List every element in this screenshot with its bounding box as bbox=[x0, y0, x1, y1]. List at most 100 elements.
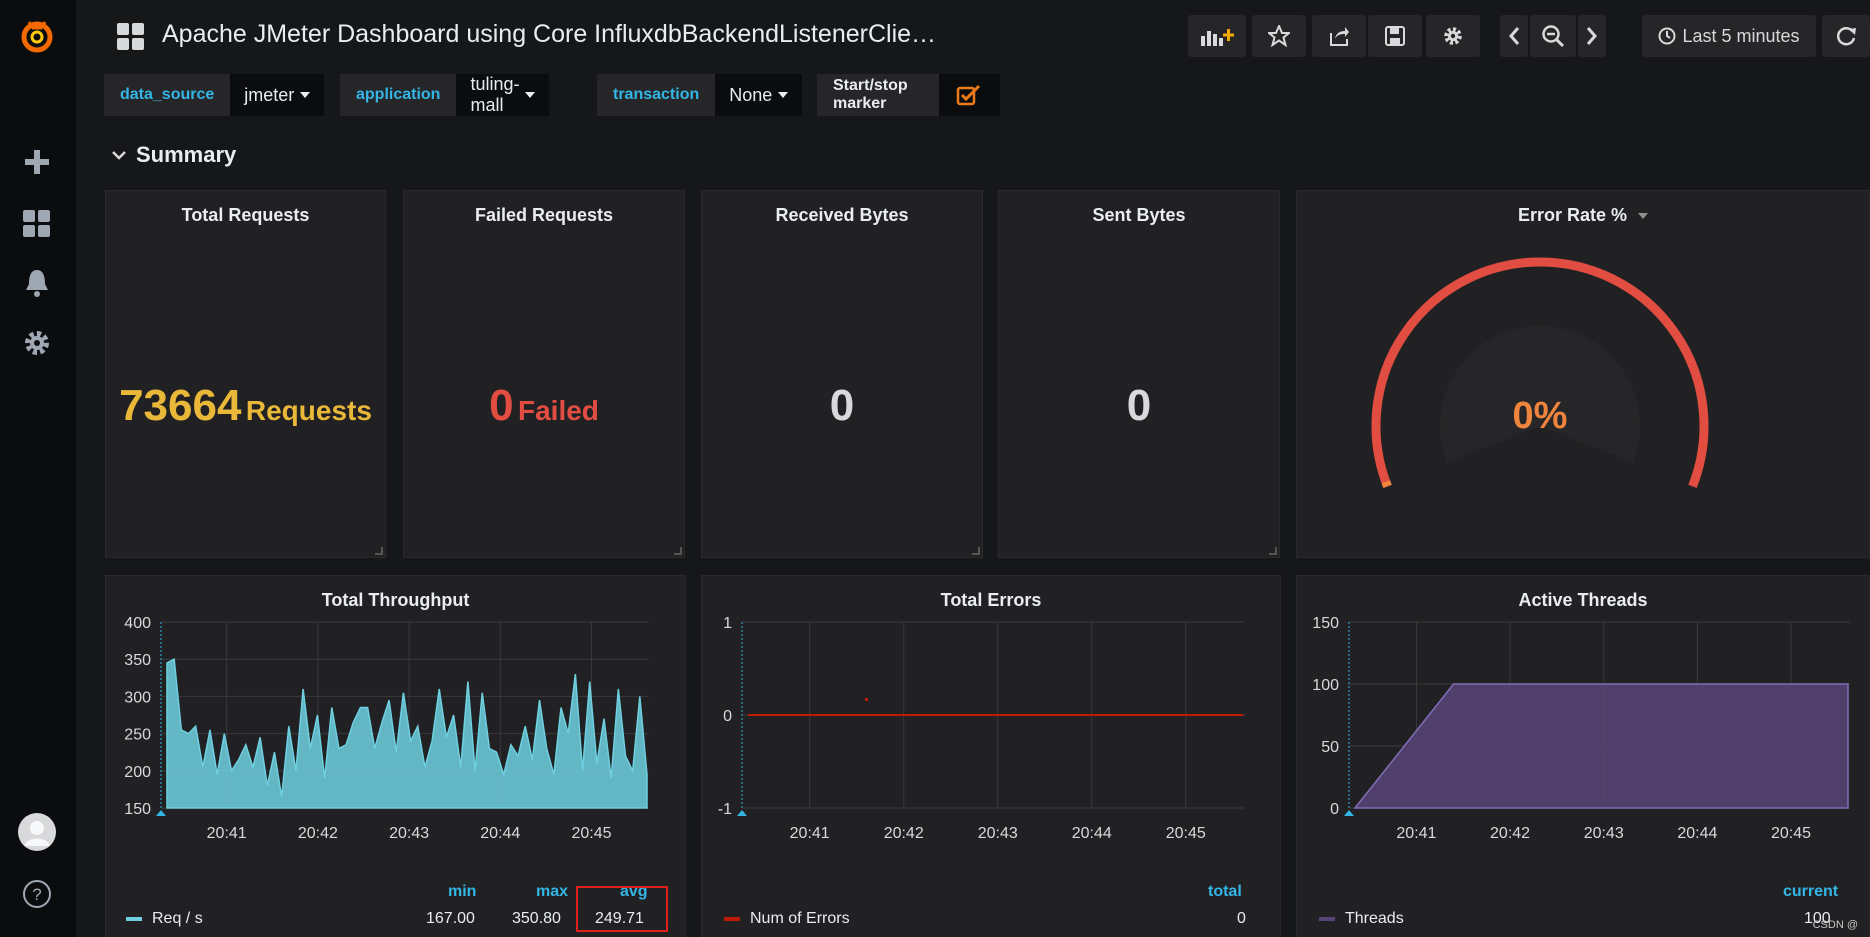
y-tick-label: -1 bbox=[718, 801, 732, 818]
variable-label: data_source bbox=[104, 74, 231, 116]
variable-dropdown[interactable]: tuling-mall bbox=[456, 74, 550, 116]
share-icon bbox=[1330, 27, 1349, 46]
variable-dropdown[interactable]: None bbox=[715, 74, 803, 116]
variable-label: Start/stop marker bbox=[817, 74, 940, 116]
panel-failed-requests[interactable]: Failed Requests 0 Failed bbox=[403, 190, 685, 558]
y-tick-label: 100 bbox=[1312, 677, 1339, 694]
legend-series-num-errors[interactable]: Num of Errors bbox=[724, 910, 850, 928]
y-tick-label: 200 bbox=[124, 764, 151, 781]
panel-sent-bytes[interactable]: Sent Bytes 0 bbox=[998, 190, 1280, 558]
panel-title: Total Requests bbox=[181, 205, 310, 225]
legend-value-min: 167.00 bbox=[426, 910, 475, 927]
resize-handle[interactable] bbox=[375, 547, 383, 555]
variable-data-source[interactable]: data_source jmeter bbox=[104, 74, 325, 116]
legend-header-current[interactable]: current bbox=[1783, 883, 1838, 901]
resize-handle[interactable] bbox=[674, 547, 682, 555]
legend-header-max[interactable]: max bbox=[536, 883, 568, 901]
watermark: CSDN @ bbox=[1812, 919, 1858, 931]
stat-value: 73664 Requests bbox=[119, 381, 372, 430]
y-tick-label: 0 bbox=[723, 708, 732, 725]
start-marker-icon bbox=[156, 810, 166, 816]
caret-down-icon bbox=[778, 92, 789, 98]
star-icon bbox=[1268, 25, 1290, 47]
x-tick-label: 20:43 bbox=[978, 825, 1018, 842]
errors-chart[interactable]: 1 0 -1 20:41 20:42 20:43 20:44 20:45 bbox=[702, 606, 1282, 906]
chevron-right-icon bbox=[1586, 27, 1597, 45]
resize-handle[interactable] bbox=[972, 547, 980, 555]
x-tick-label: 20:42 bbox=[884, 825, 924, 842]
time-back-button[interactable] bbox=[1500, 15, 1528, 57]
refresh-button[interactable] bbox=[1822, 15, 1870, 57]
add-panel-icon bbox=[1201, 29, 1234, 46]
error-rate-gauge: 0% bbox=[1371, 257, 1709, 489]
legend-series-threads[interactable]: Threads bbox=[1319, 910, 1404, 928]
gauge-value: 0% bbox=[1513, 395, 1568, 437]
resize-handle[interactable] bbox=[1269, 547, 1277, 555]
time-forward-button[interactable] bbox=[1578, 15, 1606, 57]
save-button[interactable] bbox=[1368, 15, 1422, 57]
y-tick-label: 300 bbox=[124, 689, 151, 706]
alerting-bell-icon[interactable] bbox=[14, 263, 60, 303]
gauge-value-arc bbox=[1381, 480, 1392, 489]
panel-total-throughput[interactable]: Total Throughput 400 350 300 250 200 150 20:41… bbox=[105, 575, 686, 937]
threads-chart[interactable]: 150 100 50 0 20:41 20:42 20:43 20:44 20:45 bbox=[1297, 606, 1870, 906]
help-icon[interactable]: ? bbox=[14, 874, 60, 914]
variable-transaction[interactable]: transaction None bbox=[597, 74, 803, 116]
zoom-out-button[interactable] bbox=[1530, 15, 1576, 57]
panel-total-errors[interactable]: Total Errors 1 0 -1 20:41 20:42 20:43 20:44 20:… bbox=[701, 575, 1281, 937]
x-tick-label: 20:43 bbox=[389, 825, 429, 842]
dashboard-navbar: Apache JMeter Dashboard using Core Influ… bbox=[76, 0, 1870, 72]
dashboards-icon[interactable] bbox=[14, 204, 60, 244]
x-tick-label: 20:42 bbox=[298, 825, 338, 842]
variable-dropdown[interactable]: jmeter bbox=[230, 74, 325, 116]
stat-value: 0 bbox=[1126, 381, 1152, 430]
x-tick-label: 20:44 bbox=[480, 825, 520, 842]
x-tick-label: 20:45 bbox=[572, 825, 612, 842]
series-area bbox=[1353, 683, 1849, 809]
chevron-down-icon bbox=[112, 151, 126, 160]
row-summary[interactable]: Summary bbox=[112, 142, 236, 168]
throughput-chart[interactable]: 400 350 300 250 200 150 20:41 20:42 20:43 20:44 20… bbox=[106, 606, 687, 906]
y-tick-label: 400 bbox=[124, 615, 151, 632]
caret-down-icon bbox=[300, 92, 311, 98]
time-picker-button[interactable]: Last 5 minutes bbox=[1642, 15, 1816, 57]
settings-button[interactable] bbox=[1426, 15, 1480, 57]
y-tick-label: 150 bbox=[124, 801, 151, 818]
gear-icon bbox=[1444, 27, 1462, 45]
create-plus-icon[interactable] bbox=[14, 142, 60, 182]
add-panel-button[interactable] bbox=[1188, 15, 1246, 57]
y-tick-label: 350 bbox=[124, 652, 151, 669]
svg-text:?: ? bbox=[32, 885, 41, 904]
stat-value: 0 bbox=[829, 381, 855, 430]
legend-header-total[interactable]: total bbox=[1208, 883, 1242, 901]
panel-title: Failed Requests bbox=[474, 205, 614, 225]
x-tick-label: 20:45 bbox=[1771, 825, 1811, 842]
y-tick-label: 250 bbox=[124, 727, 151, 744]
panel-active-threads[interactable]: Active Threads 150 100 50 0 20:41 20:42 20:43 2… bbox=[1296, 575, 1870, 937]
variable-start-stop-marker[interactable]: Start/stop marker bbox=[817, 74, 1000, 116]
grafana-logo-icon[interactable] bbox=[14, 16, 60, 56]
clock-icon bbox=[1658, 27, 1676, 45]
highlight-box bbox=[576, 886, 668, 932]
dashboard-title[interactable]: Apache JMeter Dashboard using Core Influ… bbox=[162, 20, 936, 49]
save-icon bbox=[1385, 26, 1405, 46]
legend-header-min[interactable]: min bbox=[448, 883, 476, 901]
error-point bbox=[865, 698, 868, 701]
dashboard-grid-icon[interactable] bbox=[116, 22, 146, 57]
marker-checkbox[interactable] bbox=[939, 74, 1000, 116]
panel-received-bytes[interactable]: Received Bytes 0 bbox=[701, 190, 983, 558]
panel-total-requests[interactable]: Total Requests 73664 Requests bbox=[105, 190, 386, 558]
time-range-label: Last 5 minutes bbox=[1682, 25, 1800, 46]
legend-value-total: 0 bbox=[1237, 910, 1246, 927]
y-tick-label: 50 bbox=[1321, 739, 1339, 756]
caret-down-icon bbox=[525, 92, 536, 98]
panel-error-rate[interactable]: Error Rate % 0% bbox=[1296, 190, 1870, 558]
variable-application[interactable]: application tuling-mall bbox=[340, 74, 550, 116]
user-avatar-icon[interactable] bbox=[14, 812, 60, 852]
star-button[interactable] bbox=[1252, 15, 1306, 57]
legend-series-req-s[interactable]: Req / s bbox=[126, 910, 203, 928]
share-button[interactable] bbox=[1312, 15, 1366, 57]
row-title: Summary bbox=[136, 142, 237, 167]
configuration-gear-icon[interactable] bbox=[14, 323, 60, 363]
series-swatch bbox=[724, 916, 740, 921]
